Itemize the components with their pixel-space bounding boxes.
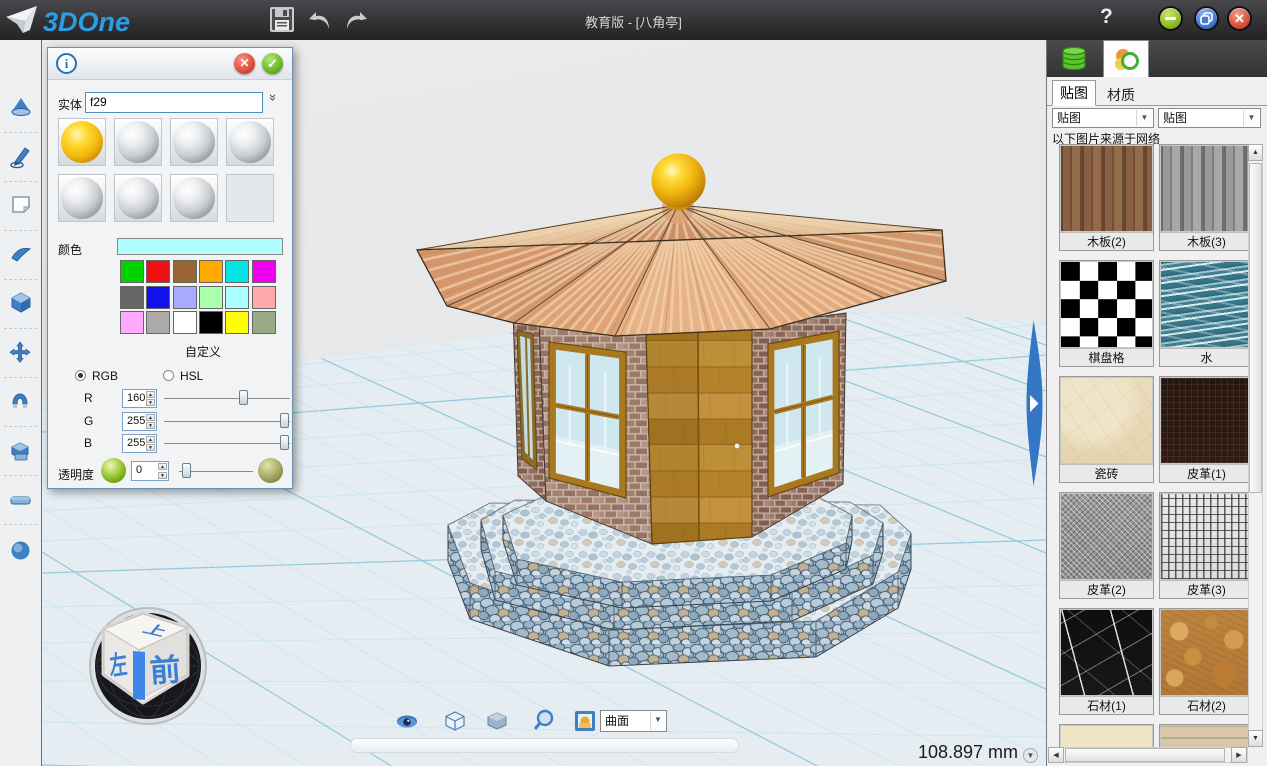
- svg-text:前: 前: [149, 652, 182, 689]
- svg-text:左: 左: [109, 649, 129, 681]
